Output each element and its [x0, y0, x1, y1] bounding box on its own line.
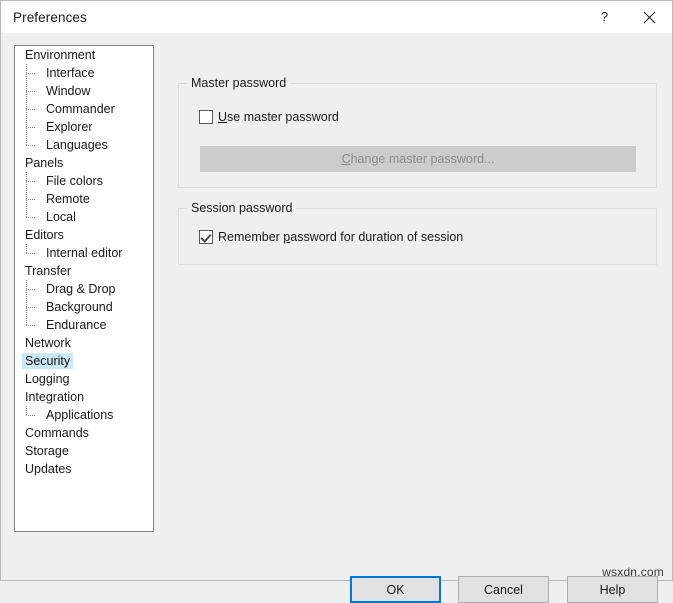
- tree-connector-icon: [24, 190, 43, 208]
- change-master-password-label: Change master password...: [342, 152, 495, 166]
- remember-password-checkbox[interactable]: [199, 230, 213, 244]
- remember-password-label-before: Remember: [218, 230, 284, 244]
- sidebar-item-label: Environment: [25, 48, 96, 62]
- use-master-password-label-after: se master password: [227, 110, 339, 124]
- sidebar-item-editors[interactable]: Editors: [15, 226, 153, 244]
- sidebar-item-internal-editor[interactable]: Internal editor: [15, 244, 153, 262]
- sidebar-item-languages[interactable]: Languages: [15, 136, 153, 154]
- remember-password-label-after: assword for duration of session: [290, 230, 464, 244]
- sidebar-item-label: Updates: [25, 462, 72, 476]
- sidebar-item-updates[interactable]: Updates: [15, 460, 153, 478]
- sidebar-item-label: Interface: [46, 66, 95, 80]
- sidebar-item-label: Logging: [25, 372, 70, 386]
- remember-password-label: Remember password for duration of sessio…: [218, 230, 463, 244]
- tree-connector-icon: [24, 118, 43, 136]
- tree-connector-icon: [24, 298, 43, 316]
- sidebar-item-label: Editors: [25, 228, 64, 242]
- sidebar-item-label: Applications: [46, 408, 114, 422]
- preferences-tree[interactable]: Environment Interface Window Commander Explo…: [14, 45, 154, 532]
- cancel-button[interactable]: Cancel: [458, 576, 549, 603]
- sidebar-item-label: Window: [46, 84, 91, 98]
- use-master-password-accel: U: [218, 110, 228, 124]
- change-master-password-accel: C: [341, 152, 351, 166]
- sidebar-item-network[interactable]: Network: [15, 334, 153, 352]
- sidebar-item-label: Remote: [46, 192, 90, 206]
- sidebar-item-integration[interactable]: Integration: [15, 388, 153, 406]
- sidebar-item-label: Drag & Drop: [46, 282, 116, 296]
- sidebar-item-interface[interactable]: Interface: [15, 64, 153, 82]
- caption-buttons: ?: [582, 1, 672, 33]
- tree-connector-icon: [24, 100, 43, 118]
- use-master-password-checkbox[interactable]: [199, 110, 213, 124]
- sidebar-item-applications[interactable]: Applications: [15, 406, 153, 424]
- sidebar-item-label: File colors: [46, 174, 103, 188]
- sidebar-item-label: Transfer: [25, 264, 72, 278]
- sidebar-item-label: Local: [46, 210, 76, 224]
- sidebar-item-drag-drop[interactable]: Drag & Drop: [15, 280, 153, 298]
- sidebar-item-logging[interactable]: Logging: [15, 370, 153, 388]
- tree-connector-icon: [24, 136, 43, 154]
- sidebar-item-file-colors[interactable]: File colors: [15, 172, 153, 190]
- ok-button-label: OK: [386, 582, 405, 597]
- sidebar-item-label: Endurance: [46, 318, 107, 332]
- close-icon[interactable]: [627, 1, 672, 33]
- cancel-button-label: Cancel: [484, 582, 523, 597]
- session-password-group-title: Session password: [187, 201, 297, 215]
- tree-connector-icon: [24, 280, 43, 298]
- sidebar-item-background[interactable]: Background: [15, 298, 153, 316]
- sidebar-item-panels[interactable]: Panels: [15, 154, 153, 172]
- svg-text:?: ?: [601, 10, 608, 24]
- sidebar-item-label: Integration: [25, 390, 85, 404]
- tree-connector-icon: [24, 406, 43, 424]
- tree-connector-icon: [24, 64, 43, 82]
- sidebar-item-explorer[interactable]: Explorer: [15, 118, 153, 136]
- use-master-password-label: Use master password: [218, 110, 339, 124]
- sidebar-item-transfer[interactable]: Transfer: [15, 262, 153, 280]
- sidebar-item-label: Storage: [25, 444, 69, 458]
- sidebar-item-environment[interactable]: Environment: [15, 46, 153, 64]
- sidebar-item-label: Commander: [46, 102, 115, 116]
- ok-button[interactable]: OK: [350, 576, 441, 603]
- change-master-password-label-after: hange master password...: [350, 152, 495, 166]
- sidebar-item-label: Background: [46, 300, 113, 314]
- tree-connector-icon: [24, 244, 43, 262]
- sidebar-item-label: Commands: [25, 426, 89, 440]
- sidebar-item-label: Explorer: [46, 120, 93, 134]
- help-button-label: Help: [599, 582, 626, 597]
- change-master-password-button: Change master password...: [200, 146, 636, 172]
- tree-connector-icon: [24, 208, 43, 226]
- remember-password-checkbox-row[interactable]: Remember password for duration of sessio…: [199, 230, 463, 244]
- sidebar-item-window[interactable]: Window: [15, 82, 153, 100]
- title-bar: Preferences ?: [1, 1, 672, 33]
- watermark: wsxdn.com: [602, 565, 664, 579]
- sidebar-item-storage[interactable]: Storage: [15, 442, 153, 460]
- sidebar-item-local[interactable]: Local: [15, 208, 153, 226]
- sidebar-item-endurance[interactable]: Endurance: [15, 316, 153, 334]
- tree-connector-icon: [24, 316, 43, 334]
- sidebar-item-remote[interactable]: Remote: [15, 190, 153, 208]
- use-master-password-checkbox-row[interactable]: Use master password: [199, 110, 339, 124]
- tree-connector-icon: [24, 172, 43, 190]
- preferences-dialog: Preferences ? Environment Interface Window…: [0, 0, 673, 603]
- window-title: Preferences: [13, 9, 87, 25]
- master-password-group: Master password: [178, 76, 657, 188]
- sidebar-item-label: Panels: [25, 156, 64, 170]
- sidebar-item-label: Security: [22, 353, 74, 369]
- help-button[interactable]: Help: [567, 576, 658, 603]
- sidebar-item-label: Internal editor: [46, 246, 123, 260]
- tree-connector-icon: [24, 82, 43, 100]
- sidebar-item-label: Languages: [46, 138, 108, 152]
- sidebar-item-commander[interactable]: Commander: [15, 100, 153, 118]
- sidebar-item-label: Network: [25, 336, 71, 350]
- sidebar-item-security[interactable]: Security: [15, 352, 153, 370]
- master-password-group-title: Master password: [187, 76, 291, 90]
- dialog-content: Environment Interface Window Commander Explo…: [1, 33, 672, 603]
- question-mark-icon[interactable]: ?: [582, 1, 627, 33]
- sidebar-item-commands[interactable]: Commands: [15, 424, 153, 442]
